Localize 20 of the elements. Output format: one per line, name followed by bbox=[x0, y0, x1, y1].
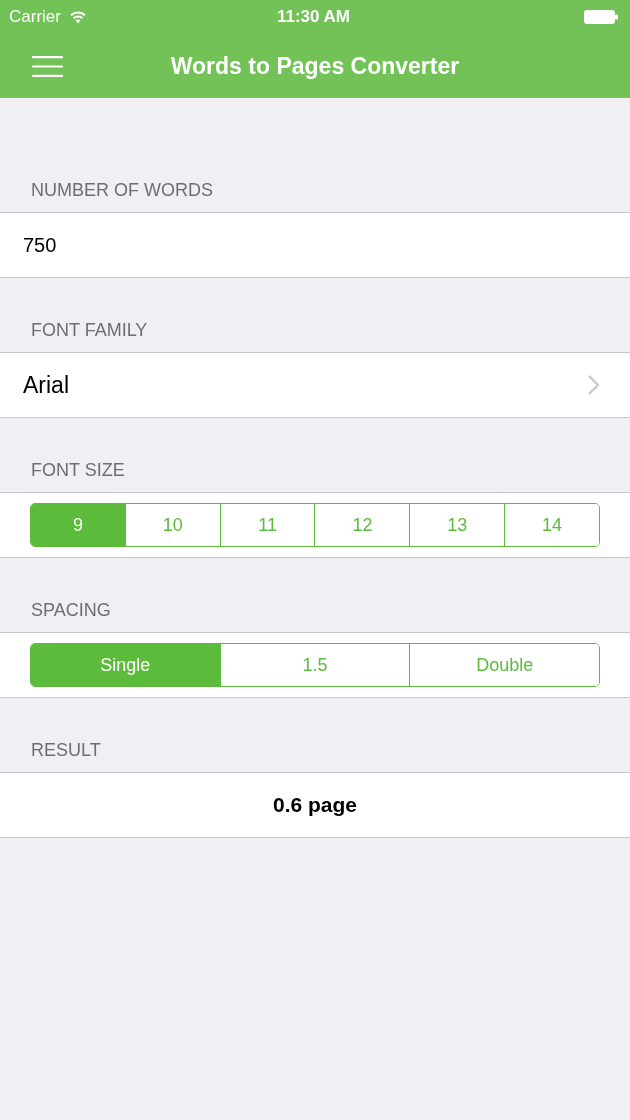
menu-button[interactable] bbox=[32, 55, 63, 77]
nav-title: Words to Pages Converter bbox=[170, 52, 460, 80]
battery-icon bbox=[584, 10, 618, 24]
segment-button[interactable]: Double bbox=[409, 644, 599, 686]
section-header: NUMBER OF WORDS bbox=[31, 179, 213, 201]
segment-button[interactable]: 14 bbox=[504, 504, 599, 546]
segment-button[interactable]: Single bbox=[31, 644, 220, 686]
chevron-icon bbox=[588, 375, 600, 395]
section-header: RESULT bbox=[31, 739, 101, 761]
segment-button[interactable]: 9 bbox=[31, 504, 125, 546]
section-header: FONT SIZE bbox=[31, 459, 125, 481]
status-time: 11:30 AM bbox=[276, 7, 351, 27]
wifi-icon bbox=[68, 10, 87, 24]
result-value: 0.6 page bbox=[272, 793, 357, 817]
section-header: FONT FAMILY bbox=[31, 319, 148, 341]
carrier-label: Carrier bbox=[9, 7, 61, 27]
font-family-row[interactable]: Arial bbox=[0, 352, 630, 418]
menu-icon bbox=[32, 55, 63, 77]
number-input[interactable]: 750 bbox=[0, 212, 630, 278]
section-header: SPACING bbox=[31, 599, 111, 621]
